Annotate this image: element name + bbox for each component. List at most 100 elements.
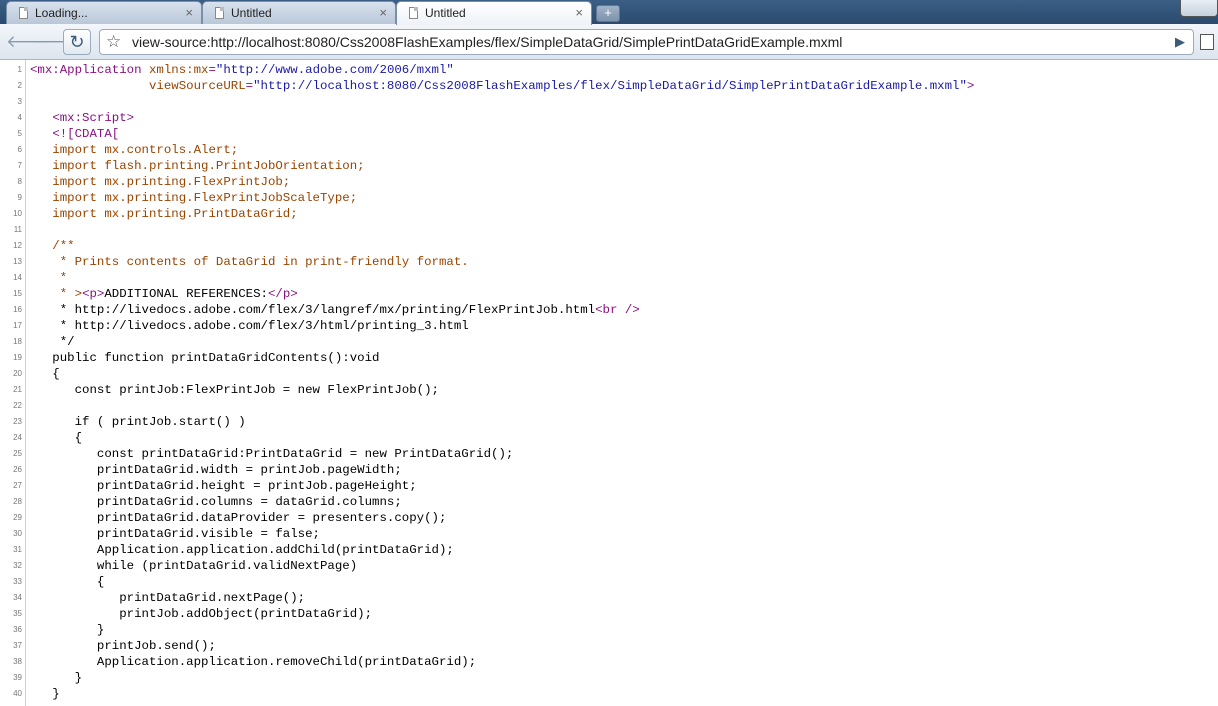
source-line: 23 if ( printJob.start() ) — [0, 414, 1218, 430]
source-line: 16 * http://livedocs.adobe.com/flex/3/la… — [0, 302, 1218, 318]
line-code: const printDataGrid:PrintDataGrid = new … — [30, 446, 513, 462]
page-icon — [19, 7, 28, 19]
url-text[interactable]: view-source:http://localhost:8080/Css200… — [132, 34, 842, 50]
window-control-button[interactable] — [1180, 0, 1218, 17]
line-number: 15 — [13, 289, 22, 298]
tab-strip: Loading... × Untitled × Untitled × + — [0, 0, 1218, 25]
page-icon — [215, 7, 224, 19]
source-line: 32 while (printDataGrid.validNextPage) — [0, 558, 1218, 574]
line-number: 40 — [13, 689, 22, 698]
source-line: 17 * http://livedocs.adobe.com/flex/3/ht… — [0, 318, 1218, 334]
code-token: > — [966, 79, 975, 93]
code-token: Application.application.removeChild(prin… — [30, 655, 477, 669]
page-menu-icon[interactable] — [1200, 34, 1214, 50]
line-number: 3 — [17, 97, 22, 106]
tab-close-icon[interactable]: × — [185, 5, 193, 20]
code-token: printJob.addObject(printDataGrid); — [30, 607, 373, 621]
source-line: 12 /** — [0, 238, 1218, 254]
line-code: import mx.printing.FlexPrintJobScaleType… — [30, 190, 357, 206]
source-line: 21 const printJob:FlexPrintJob = new Fle… — [0, 382, 1218, 398]
line-code: * http://livedocs.adobe.com/flex/3/html/… — [30, 318, 469, 334]
line-code: printDataGrid.visible = false; — [30, 526, 320, 542]
tab-close-icon[interactable]: × — [379, 5, 387, 20]
source-line: 24 { — [0, 430, 1218, 446]
tab-title: Loading... — [35, 6, 88, 20]
line-code: printDataGrid.width = printJob.pageWidth… — [30, 462, 402, 478]
line-code: printDataGrid.columns = dataGrid.columns… — [30, 494, 402, 510]
line-code: import flash.printing.PrintJobOrientatio… — [30, 158, 364, 174]
code-token: printDataGrid.columns = dataGrid.columns… — [30, 495, 402, 509]
star-icon[interactable]: ☆ — [106, 32, 121, 52]
line-number: 23 — [13, 417, 22, 426]
go-icon[interactable]: ▶ — [1175, 34, 1185, 50]
code-token: <mx:Application — [30, 63, 149, 77]
code-token: * > — [30, 287, 83, 301]
source-line: 4 <mx:Script> — [0, 110, 1218, 126]
tab-close-icon[interactable]: × — [575, 5, 583, 20]
tab-loading[interactable]: Loading... × — [6, 1, 202, 24]
code-token: * http://livedocs.adobe.com/flex/3/html/… — [30, 319, 469, 333]
line-number: 21 — [13, 385, 22, 394]
tab-untitled[interactable]: Untitled × — [202, 1, 396, 24]
toolbar: 🡐 🡒 ↻ ☆ view-source:http://localhost:808… — [0, 24, 1218, 60]
source-line: 2 viewSourceURL="http://localhost:8080/C… — [0, 78, 1218, 94]
page-icon — [409, 7, 418, 19]
source-line: 20 { — [0, 366, 1218, 382]
line-number: 16 — [13, 305, 22, 314]
line-number: 1 — [17, 65, 22, 74]
code-token: ADDITIONAL REFERENCES: — [104, 287, 268, 301]
line-code: printJob.send(); — [30, 638, 216, 654]
line-code: } — [30, 622, 104, 638]
code-token: if ( printJob.start() ) — [30, 415, 246, 429]
code-token: </p> — [267, 287, 298, 301]
code-token: const printJob:FlexPrintJob = new FlexPr… — [30, 383, 439, 397]
address-bar[interactable]: ☆ view-source:http://localhost:8080/Css2… — [99, 29, 1194, 55]
line-number: 28 — [13, 497, 22, 506]
source-line: 22 — [0, 398, 1218, 414]
source-line: 1 <mx:Application xmlns:mx="http://www.ad… — [0, 62, 1218, 78]
source-line: 26 printDataGrid.width = printJob.pageWi… — [0, 462, 1218, 478]
line-number: 25 — [13, 449, 22, 458]
code-token: { — [30, 367, 60, 381]
code-token: } — [30, 671, 83, 685]
code-token: } — [30, 623, 105, 637]
line-code: printDataGrid.dataProvider = presenters.… — [30, 510, 447, 526]
line-number: 9 — [17, 193, 22, 202]
new-tab-button[interactable]: + — [596, 5, 620, 22]
source-line: 10 import mx.printing.PrintDataGrid; — [0, 206, 1218, 222]
line-number: 39 — [13, 673, 22, 682]
line-number: 18 — [13, 337, 22, 346]
code-token: = — [245, 79, 254, 93]
code-token: printDataGrid.visible = false; — [30, 527, 320, 541]
line-number: 11 — [13, 225, 22, 234]
source-line: 8 import mx.printing.FlexPrintJob; — [0, 174, 1218, 190]
line-code: { — [30, 574, 104, 590]
line-number: 38 — [13, 657, 22, 666]
code-token: while (printDataGrid.validNextPage) — [30, 559, 358, 573]
line-number: 22 — [13, 401, 22, 410]
code-token: const printDataGrid:PrintDataGrid = new … — [30, 447, 514, 461]
line-code: viewSourceURL="http://localhost:8080/Css… — [30, 78, 974, 94]
code-token: * — [30, 271, 68, 285]
line-code: * — [30, 270, 67, 286]
code-token: printDataGrid.nextPage(); — [30, 591, 306, 605]
line-number: 14 — [13, 273, 22, 282]
code-token: <br /> — [595, 303, 640, 317]
code-token: import mx.controls.Alert; — [30, 143, 239, 157]
source-line: 40 } — [0, 686, 1218, 702]
tab-title: Untitled — [231, 6, 272, 20]
tab-untitled-active[interactable]: Untitled × — [396, 1, 592, 25]
line-code: const printJob:FlexPrintJob = new FlexPr… — [30, 382, 439, 398]
line-code: Application.application.removeChild(prin… — [30, 654, 476, 670]
source-line: 31 Application.application.addChild(prin… — [0, 542, 1218, 558]
line-code: public function printDataGridContents():… — [30, 350, 379, 366]
line-code: printDataGrid.height = printJob.pageHeig… — [30, 478, 417, 494]
line-number: 19 — [13, 353, 22, 362]
reload-button[interactable]: ↻ — [63, 29, 91, 55]
code-token: { — [30, 431, 83, 445]
line-number: 5 — [17, 129, 22, 138]
line-number: 7 — [17, 161, 22, 170]
